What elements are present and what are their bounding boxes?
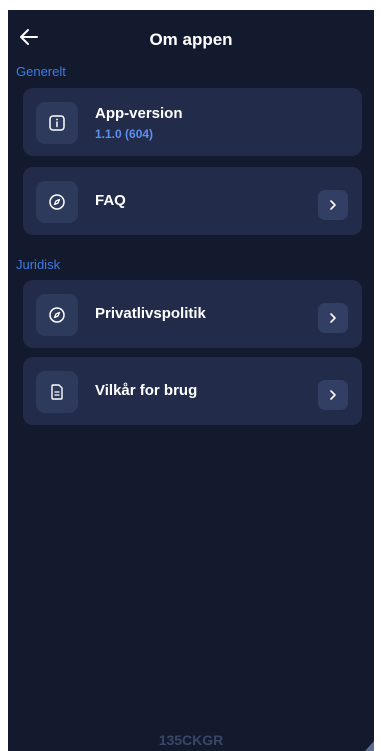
document-icon-box xyxy=(36,371,78,413)
privacy-policy-label: Privatlivspolitik xyxy=(95,305,206,322)
compass-icon xyxy=(49,307,65,323)
terms-of-use-item[interactable]: Vilkår for brug xyxy=(23,357,362,425)
document-icon xyxy=(51,384,63,400)
section-label-legal: Juridisk xyxy=(16,257,61,272)
privacy-policy-item[interactable]: Privatlivspolitik xyxy=(23,280,362,348)
compass-icon-box xyxy=(36,181,78,223)
app-version-card: App-version 1.1.0 (604) xyxy=(23,88,362,156)
compass-icon-box xyxy=(36,294,78,336)
faq-item[interactable]: FAQ xyxy=(23,167,362,235)
faq-chevron xyxy=(318,190,348,220)
faq-label: FAQ xyxy=(95,192,126,209)
page-title: Om appen xyxy=(149,30,233,49)
screen: Om appen Generelt App-version 1.1.0 (604… xyxy=(8,10,374,751)
terms-of-use-chevron xyxy=(318,380,348,410)
header: Om appen xyxy=(8,10,374,62)
section-label-general: Generelt xyxy=(16,64,66,79)
chevron-right-icon xyxy=(330,313,336,323)
info-icon-box xyxy=(36,102,78,144)
chevron-right-icon xyxy=(330,200,336,210)
app-version-value: 1.1.0 (604) xyxy=(95,127,154,141)
privacy-policy-chevron xyxy=(318,303,348,333)
compass-icon xyxy=(49,194,65,210)
footer-code: 135CKGR xyxy=(158,732,224,748)
corner-mark-icon xyxy=(365,741,374,751)
app-version-label: App-version xyxy=(95,105,183,122)
chevron-right-icon xyxy=(330,390,336,400)
terms-of-use-label: Vilkår for brug xyxy=(95,382,198,399)
info-icon xyxy=(49,115,65,131)
